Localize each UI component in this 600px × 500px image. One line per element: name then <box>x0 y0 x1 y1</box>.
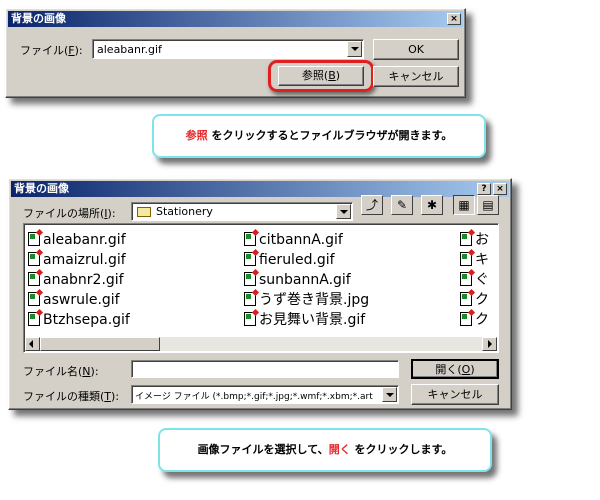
help-icon[interactable]: ? <box>477 183 491 195</box>
image-file-icon <box>460 312 472 326</box>
image-file-icon <box>244 312 256 326</box>
file-item[interactable]: citbannA.gif <box>244 230 343 250</box>
cancel-button[interactable]: キャンセル <box>411 384 499 405</box>
image-file-icon <box>460 292 472 306</box>
file-item[interactable]: キ <box>460 250 489 270</box>
file-list: aleabanr.gif amaizrul.gif anabnr2.gif as… <box>23 223 499 353</box>
file-item[interactable]: fieruled.gif <box>244 250 335 270</box>
chevron-down-icon[interactable] <box>382 387 397 402</box>
browse-highlight-text: 参照 <box>185 129 208 142</box>
filetype-dropdown[interactable]: イメージ ファイル (*.bmp;*.gif;*.jpg;*.wmf;*.xbm… <box>131 385 399 404</box>
file-item[interactable]: お <box>460 230 489 250</box>
open-instruction-text-after: をクリックします。 <box>350 443 453 456</box>
file-label: ファイル(F): <box>20 44 83 57</box>
image-file-icon <box>460 232 472 246</box>
file-browser-title: 背景の画像 <box>14 182 69 195</box>
folder-name: Stationery <box>156 205 213 218</box>
file-item[interactable]: ク <box>460 310 489 330</box>
file-item[interactable]: うず巻き背景.jpg <box>244 290 369 310</box>
chevron-down-icon[interactable] <box>347 41 362 57</box>
up-folder-icon[interactable]: ⤴ <box>361 195 383 215</box>
filename-input[interactable] <box>131 360 399 378</box>
file-item[interactable]: aleabanr.gif <box>28 230 126 250</box>
look-in-dropdown[interactable]: Stationery <box>131 202 353 221</box>
close-icon[interactable]: × <box>493 183 507 195</box>
chevron-down-icon[interactable] <box>336 204 351 219</box>
image-file-icon <box>28 312 40 326</box>
image-file-icon <box>460 252 472 266</box>
new-folder-icon[interactable]: ✱ <box>421 195 443 215</box>
image-file-icon <box>28 252 40 266</box>
browse-instruction-callout: 参照 をクリックするとファイルブラウザが開きます。 <box>152 114 486 158</box>
image-file-icon <box>244 232 256 246</box>
filename-label: ファイル名(N): <box>23 365 99 378</box>
browse-instruction-text: をクリックするとファイルブラウザが開きます。 <box>207 129 453 142</box>
dialog-title-bar: 背景の画像 × <box>8 11 463 27</box>
filetype-value: イメージ ファイル (*.bmp;*.gif;*.jpg;*.wmf;*.xbm… <box>135 392 373 402</box>
image-file-icon <box>460 272 472 286</box>
look-in-label: ファイルの場所(I): <box>23 207 116 220</box>
scroll-left-icon[interactable] <box>25 337 40 351</box>
image-file-icon <box>244 252 256 266</box>
file-input[interactable]: aleabanr.gif <box>92 39 364 59</box>
filetype-label: ファイルの種類(T): <box>23 390 120 403</box>
open-instruction-text-before: 画像ファイルを選択して、 <box>197 443 329 456</box>
horizontal-scrollbar[interactable] <box>25 337 497 351</box>
dialog-title: 背景の画像 <box>11 12 66 25</box>
file-item[interactable]: Btzhsepa.gif <box>28 310 130 330</box>
list-view-icon[interactable]: ▦ <box>453 195 475 215</box>
image-file-icon <box>28 232 40 246</box>
browse-button[interactable]: 参照(B) <box>278 66 364 86</box>
open-instruction-callout: 画像ファイルを選択して、開く をクリックします。 <box>158 428 492 472</box>
details-view-icon[interactable]: ▤ <box>477 195 499 215</box>
file-item[interactable]: aswrule.gif <box>28 290 120 310</box>
image-file-icon <box>244 272 256 286</box>
file-item[interactable]: sunbannA.gif <box>244 270 351 290</box>
file-input-value: aleabanr.gif <box>97 43 162 56</box>
file-item[interactable]: anabnr2.gif <box>28 270 124 290</box>
file-item[interactable]: amaizrul.gif <box>28 250 126 270</box>
scrollbar-thumb[interactable] <box>40 337 160 351</box>
close-icon[interactable]: × <box>447 13 461 25</box>
desktop-icon[interactable]: ✎ <box>391 195 413 215</box>
background-image-dialog: 背景の画像 × ファイル(F): aleabanr.gif OK 参照(B) キ… <box>5 8 466 98</box>
cancel-button[interactable]: キャンセル <box>373 66 459 87</box>
scroll-right-icon[interactable] <box>482 337 497 351</box>
file-item[interactable]: お見舞い背景.gif <box>244 310 365 330</box>
file-item[interactable]: ク <box>460 290 489 310</box>
image-file-icon <box>28 292 40 306</box>
folder-icon <box>137 207 151 217</box>
image-file-icon <box>28 272 40 286</box>
image-file-icon <box>244 292 256 306</box>
file-browser-dialog: 背景の画像 ? × ファイルの場所(I): Stationery ⤴ ✎ ✱ ▦… <box>8 178 512 410</box>
file-item[interactable]: ぐ <box>460 270 489 290</box>
open-button[interactable]: 開く(O) <box>411 359 499 379</box>
open-highlight-text: 開く <box>328 443 351 456</box>
ok-button[interactable]: OK <box>373 39 459 60</box>
